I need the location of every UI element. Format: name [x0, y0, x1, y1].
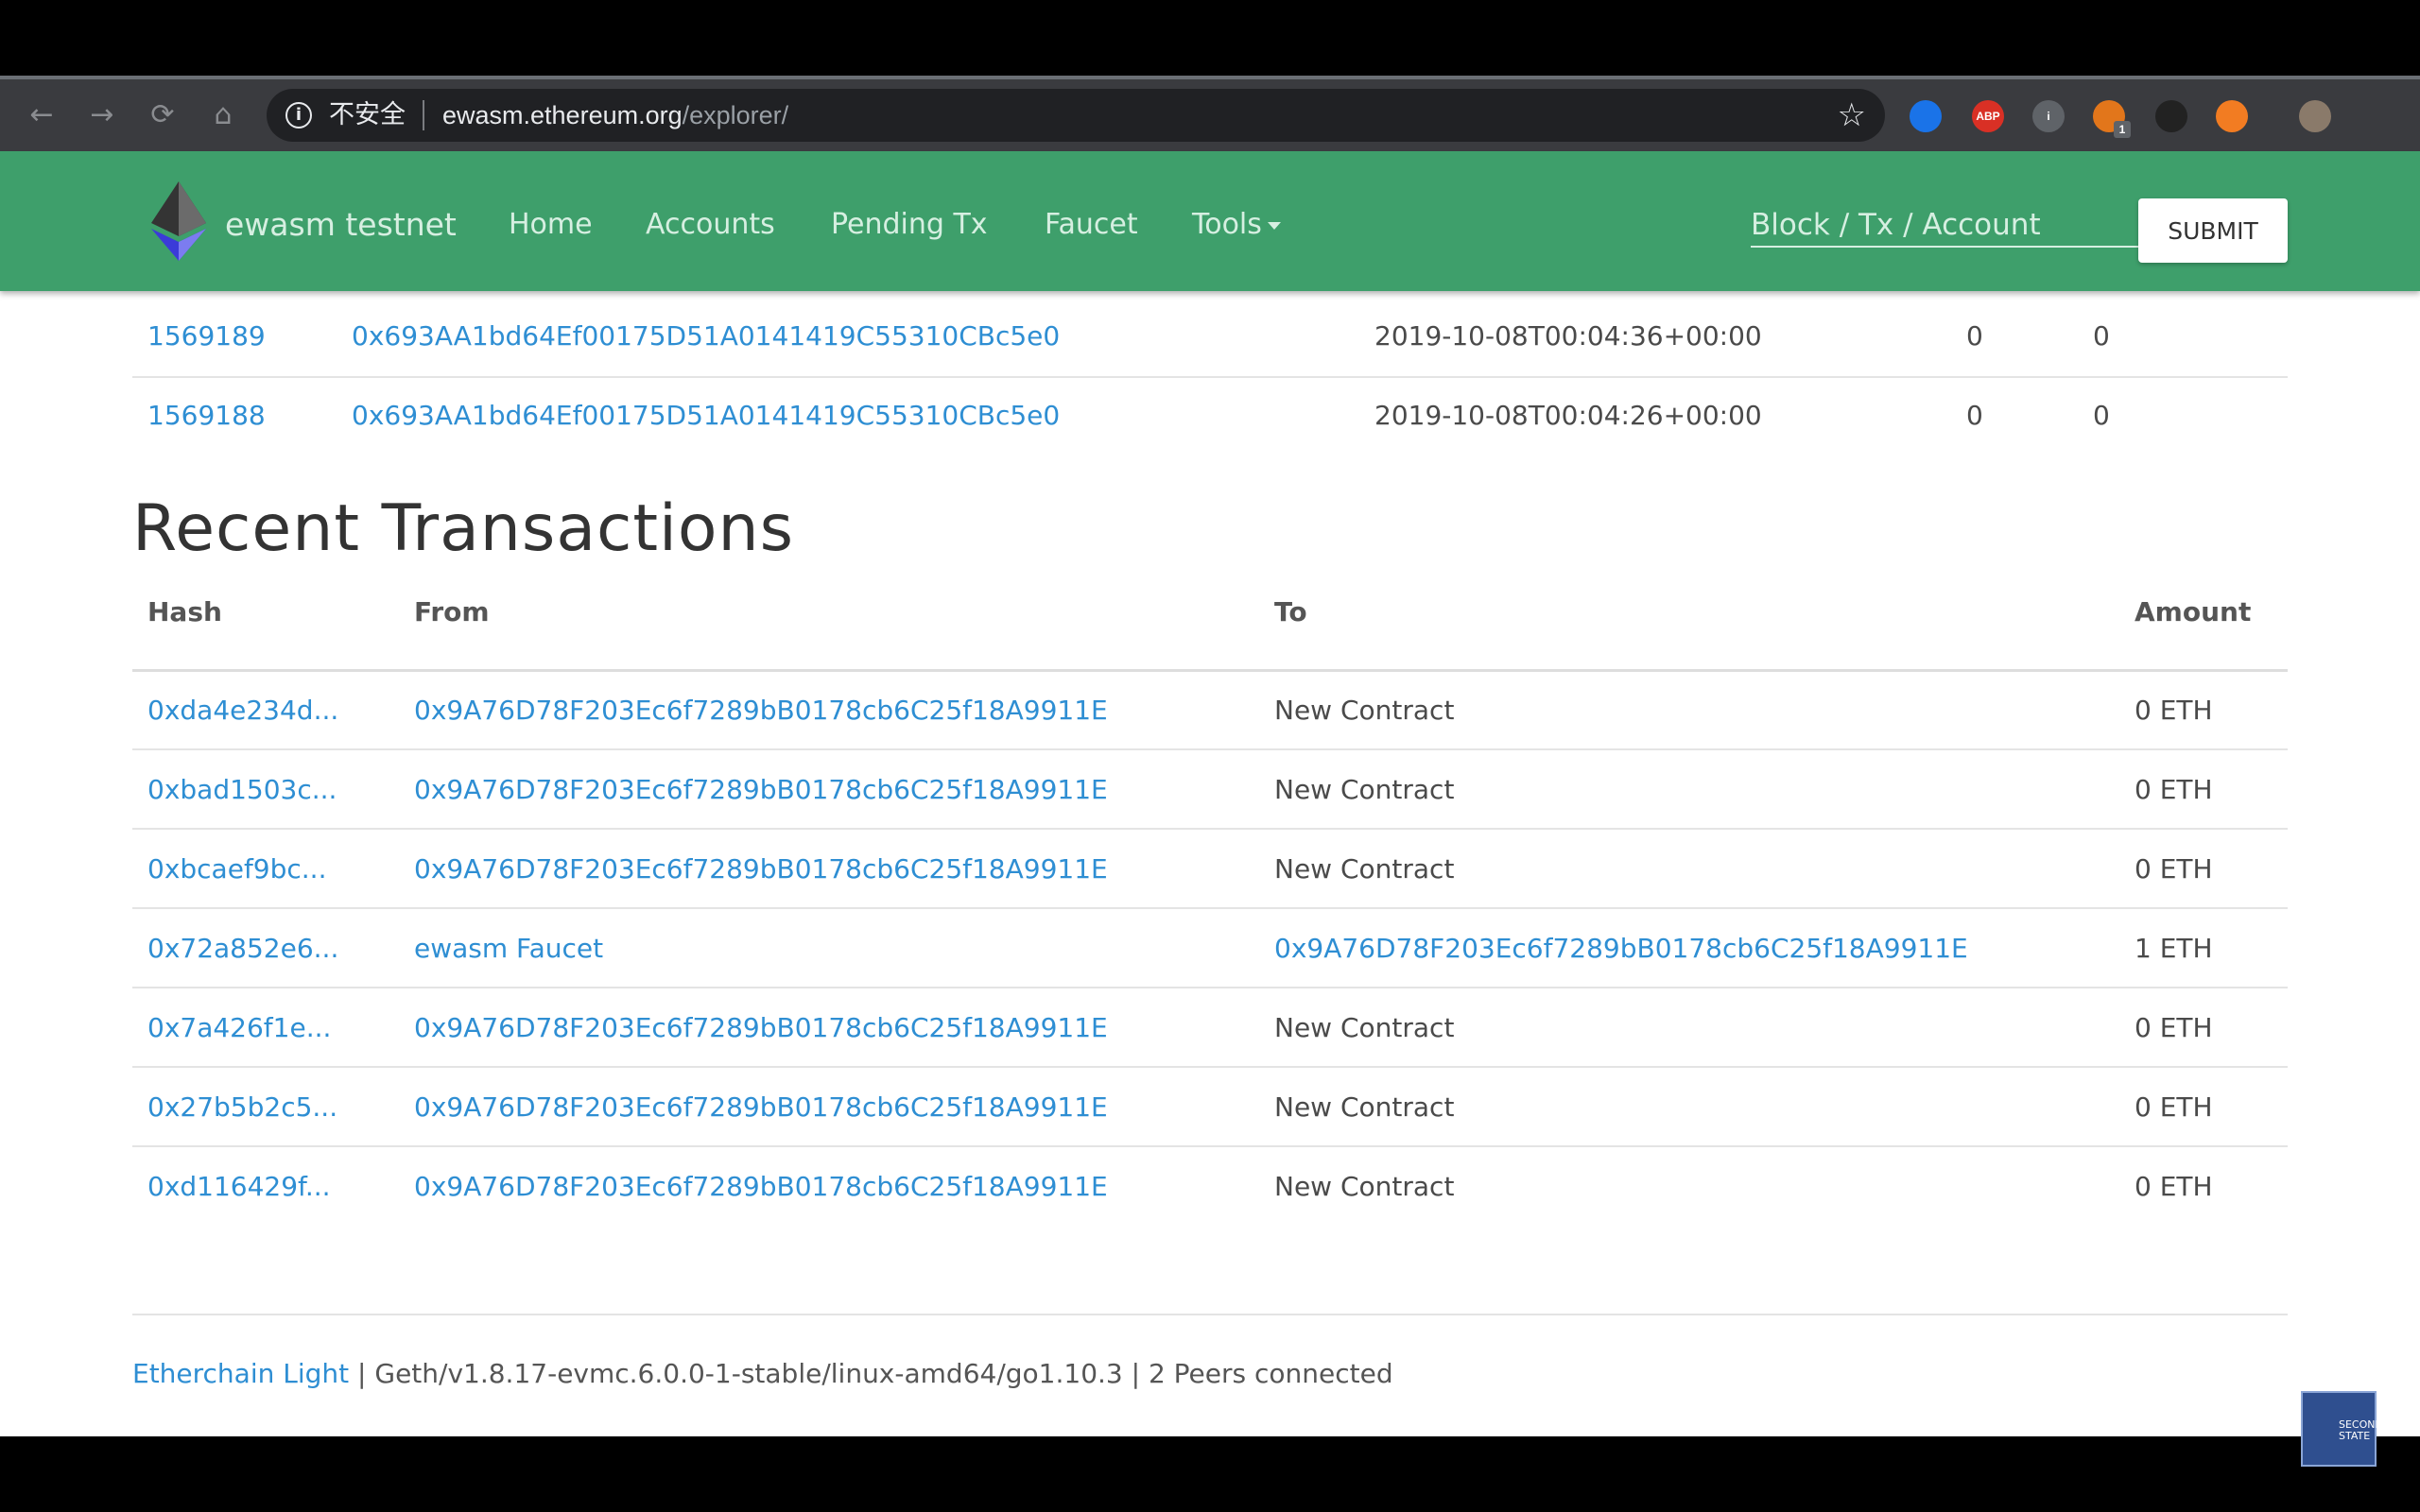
block-number-link[interactable]: 1569189 [147, 319, 266, 353]
tx-from-link[interactable]: 0x9A76D78F203Ec6f7289bB0178cb6C25f18A991… [414, 1091, 1108, 1125]
tx-from-link[interactable]: ewasm Faucet [414, 932, 603, 966]
tx-amount: 0 ETH [2135, 1171, 2213, 1202]
block-timestamp: 2019-10-08T00:04:36+00:00 [1374, 320, 1762, 352]
table-row-divider [132, 987, 2288, 988]
tx-hash-link[interactable]: 0x27b5b2c5... [147, 1091, 337, 1125]
tx-hash-link[interactable]: 0xbad1503c... [147, 773, 337, 807]
address-bar[interactable]: i 不安全 ewasm.ethereum.org/explorer/ ☆ [267, 89, 1885, 142]
tx-from-link[interactable]: 0x9A76D78F203Ec6f7289bB0178cb6C25f18A991… [414, 773, 1108, 807]
nav-home[interactable]: Home [509, 206, 593, 244]
submit-button[interactable]: SUBMIT [2138, 198, 2288, 263]
table-row-divider [132, 376, 2288, 378]
info-extension-icon[interactable]: i [2032, 100, 2065, 132]
bookmark-star-icon[interactable]: ☆ [1838, 96, 1866, 134]
recent-transactions-title: Recent Transactions [132, 491, 795, 566]
extension-badge: 1 [2114, 121, 2131, 138]
nav-pending-tx[interactable]: Pending Tx [831, 206, 988, 244]
block-miner-link[interactable]: 0x693AA1bd64Ef00175D51A0141419C55310CBc5… [352, 319, 1060, 353]
nav-faucet[interactable]: Faucet [1045, 206, 1138, 244]
table-row-divider [132, 907, 2288, 909]
video-letterbox-top [0, 0, 2420, 76]
back-icon[interactable]: ← [25, 98, 59, 132]
header-to: To [1274, 596, 1307, 627]
tx-from-link[interactable]: 0x9A76D78F203Ec6f7289bB0178cb6C25f18A991… [414, 694, 1108, 728]
tx-from-link[interactable]: 0x9A76D78F203Ec6f7289bB0178cb6C25f18A991… [414, 1011, 1108, 1045]
url-path: /explorer/ [682, 101, 789, 129]
caret-down-icon [1267, 221, 1281, 230]
url-text[interactable]: ewasm.ethereum.org/explorer/ [442, 100, 788, 130]
block-timestamp: 2019-10-08T00:04:26+00:00 [1374, 400, 1762, 431]
tx-to-text: New Contract [1274, 853, 1455, 885]
tx-from-link[interactable]: 0x9A76D78F203Ec6f7289bB0178cb6C25f18A991… [414, 852, 1108, 886]
tx-amount: 0 ETH [2135, 1091, 2213, 1123]
metamask-fox-icon[interactable]: 1 [2093, 100, 2131, 138]
tx-to-text: New Contract [1274, 1012, 1455, 1043]
tx-hash-link[interactable]: 0x72a852e6... [147, 932, 338, 966]
footer-etherchain-link[interactable]: Etherchain Light [132, 1358, 349, 1389]
nav-accounts[interactable]: Accounts [646, 206, 775, 244]
tx-to-text: New Contract [1274, 1171, 1455, 1202]
tx-to-text: New Contract [1274, 695, 1455, 726]
tx-amount: 0 ETH [2135, 1012, 2213, 1043]
table-row-divider [132, 1145, 2288, 1147]
tx-to-text: New Contract [1274, 1091, 1455, 1123]
video-letterbox-bottom [0, 1436, 2420, 1512]
tx-amount: 0 ETH [2135, 853, 2213, 885]
profile-avatar-icon[interactable] [2299, 100, 2331, 132]
forward-icon[interactable]: → [85, 98, 119, 132]
tx-amount: 1 ETH [2135, 933, 2213, 964]
home-icon[interactable]: ⌂ [206, 98, 240, 132]
watermark-text: SECOND STATE [2339, 1418, 2383, 1442]
table-row-divider [132, 828, 2288, 830]
top-navbar: ewasm testnet Home Accounts Pending Tx F… [0, 151, 2420, 291]
tx-to-link[interactable]: 0x9A76D78F203Ec6f7289bB0178cb6C25f18A991… [1274, 932, 1968, 966]
header-amount: Amount [2135, 596, 2252, 627]
tx-amount: 0 ETH [2135, 774, 2213, 805]
explorer-page: ewasm testnet Home Accounts Pending Tx F… [0, 151, 2420, 1436]
tx-from-link[interactable]: 0x9A76D78F203Ec6f7289bB0178cb6C25f18A991… [414, 1170, 1108, 1204]
site-info-icon[interactable]: i [285, 102, 312, 129]
header-hash: Hash [147, 596, 222, 627]
ethereum-logo-icon[interactable] [151, 181, 206, 261]
table-row-divider [132, 1066, 2288, 1068]
tx-hash-link[interactable]: 0xd116429f... [147, 1170, 331, 1204]
block-number-link[interactable]: 1569188 [147, 399, 266, 433]
second-state-watermark: SECOND STATE [2301, 1391, 2383, 1467]
tx-hash-link[interactable]: 0x7a426f1e... [147, 1011, 331, 1045]
footer: Etherchain Light | Geth/v1.8.17-evmc.6.0… [132, 1357, 1393, 1391]
block-tx-count: 0 [1966, 320, 1983, 352]
nav-tools-label: Tools [1192, 208, 1262, 241]
hexagon-extension-icon[interactable] [2155, 100, 2187, 132]
nav-tools-dropdown[interactable]: Tools [1192, 206, 1281, 244]
security-label: 不安全 [329, 100, 406, 129]
browser-toolbar: ← → ⟳ ⌂ i 不安全 ewasm.ethereum.org/explore… [0, 79, 2420, 151]
footer-divider [132, 1314, 2288, 1315]
header-from: From [414, 596, 490, 627]
block-miner-link[interactable]: 0x693AA1bd64Ef00175D51A0141419C55310CBc5… [352, 399, 1060, 433]
tx-to-text: New Contract [1274, 774, 1455, 805]
adblock-plus-icon[interactable]: ABP [1972, 100, 2004, 132]
header-divider [132, 669, 2288, 672]
tx-hash-link[interactable]: 0xbcaef9bc... [147, 852, 326, 886]
address-divider [423, 100, 424, 130]
brave-lion-icon[interactable] [2216, 100, 2248, 132]
block-uncle-count: 0 [2093, 400, 2110, 431]
block-tx-count: 0 [1966, 400, 1983, 431]
url-host: ewasm.ethereum.org [442, 101, 683, 129]
tx-amount: 0 ETH [2135, 695, 2213, 726]
brand-title[interactable]: ewasm testnet [225, 206, 457, 244]
block-uncle-count: 0 [2093, 320, 2110, 352]
diamond-extension-icon[interactable] [1910, 100, 1942, 132]
tx-hash-link[interactable]: 0xda4e234d... [147, 694, 338, 728]
table-row-divider [132, 748, 2288, 750]
search-input[interactable] [1751, 204, 2138, 248]
footer-node-info: | Geth/v1.8.17-evmc.6.0.0-1-stable/linux… [349, 1358, 1393, 1389]
reload-icon[interactable]: ⟳ [146, 98, 180, 132]
